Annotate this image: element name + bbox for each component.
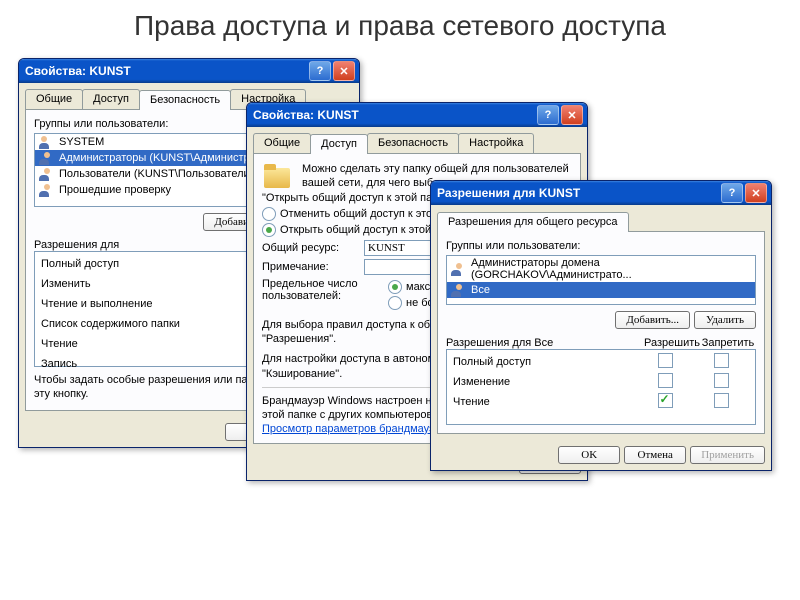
window-title: Свойства: KUNST	[23, 64, 307, 78]
close-icon[interactable]: ✕	[745, 183, 767, 203]
checkbox-deny[interactable]	[714, 353, 729, 368]
tab-share-permissions[interactable]: Разрешения для общего ресурса	[437, 212, 629, 232]
col-deny: Запретить	[700, 337, 756, 349]
window-title: Свойства: KUNST	[251, 108, 535, 122]
close-icon[interactable]: ✕	[561, 105, 583, 125]
remove-button[interactable]: Удалить	[694, 311, 756, 329]
group-icon	[39, 151, 55, 165]
checkbox-allow[interactable]	[658, 393, 673, 408]
cancel-button[interactable]: Отмена	[624, 446, 686, 464]
comment-label: Примечание:	[262, 261, 358, 273]
checkbox-allow[interactable]	[658, 373, 673, 388]
window-title: Разрешения для KUNST	[435, 186, 719, 200]
tabs: Разрешения для общего ресурса	[431, 205, 771, 231]
tab-body: Группы или пользователи: Администраторы …	[437, 231, 765, 434]
share-name-label: Общий ресурс:	[262, 242, 358, 254]
tab-sharing[interactable]: Доступ	[310, 134, 368, 154]
titlebar[interactable]: Разрешения для KUNST ? ✕	[431, 181, 771, 205]
col-allow: Разрешить	[644, 337, 700, 349]
ok-button[interactable]: OK	[558, 446, 620, 464]
radio-icon	[262, 207, 276, 221]
group-icon	[39, 183, 55, 197]
user-limit-label: Предельное число пользователей:	[262, 278, 382, 302]
tab-general[interactable]: Общие	[253, 133, 311, 153]
list-item[interactable]: Все	[447, 282, 755, 298]
permissions-listbox[interactable]: Полный доступ Изменение Чтение	[446, 349, 756, 425]
window-share-permissions: Разрешения для KUNST ? ✕ Разрешения для …	[430, 180, 772, 471]
checkbox-deny[interactable]	[714, 373, 729, 388]
group-icon	[451, 283, 467, 297]
user-icon	[39, 135, 55, 149]
perm-row: Чтение	[447, 392, 755, 412]
folder-share-icon	[262, 162, 294, 190]
tab-security[interactable]: Безопасность	[139, 90, 231, 110]
checkbox-deny[interactable]	[714, 393, 729, 408]
close-icon[interactable]: ✕	[333, 61, 355, 81]
radio-icon	[262, 223, 276, 237]
tab-general[interactable]: Общие	[25, 89, 83, 109]
titlebar[interactable]: Свойства: KUNST ? ✕	[19, 59, 359, 83]
tab-security[interactable]: Безопасность	[367, 133, 459, 153]
help-icon[interactable]: ?	[537, 105, 559, 125]
group-icon	[39, 167, 55, 181]
list-item[interactable]: Администраторы домена (GORCHAKOV\Админис…	[447, 256, 755, 282]
users-listbox[interactable]: Администраторы домена (GORCHAKOV\Админис…	[446, 255, 756, 305]
perm-row: Изменение	[447, 372, 755, 392]
help-icon[interactable]: ?	[721, 183, 743, 203]
radio-icon	[388, 296, 402, 310]
help-icon[interactable]: ?	[309, 61, 331, 81]
tab-customize[interactable]: Настройка	[458, 133, 534, 153]
apply-button[interactable]: Применить	[690, 446, 765, 464]
slide-title: Права доступа и права сетевого доступа	[0, 0, 800, 42]
perm-row: Полный доступ	[447, 352, 755, 372]
tabs: Общие Доступ Безопасность Настройка	[247, 127, 587, 153]
titlebar[interactable]: Свойства: KUNST ? ✕	[247, 103, 587, 127]
group-icon	[451, 262, 467, 276]
groups-label: Группы или пользователи:	[446, 240, 756, 252]
add-button[interactable]: Добавить...	[615, 311, 690, 329]
radio-icon	[388, 280, 402, 294]
tab-sharing[interactable]: Доступ	[82, 89, 140, 109]
perm-for-label: Разрешения для Все	[446, 337, 644, 349]
checkbox-allow[interactable]	[658, 353, 673, 368]
